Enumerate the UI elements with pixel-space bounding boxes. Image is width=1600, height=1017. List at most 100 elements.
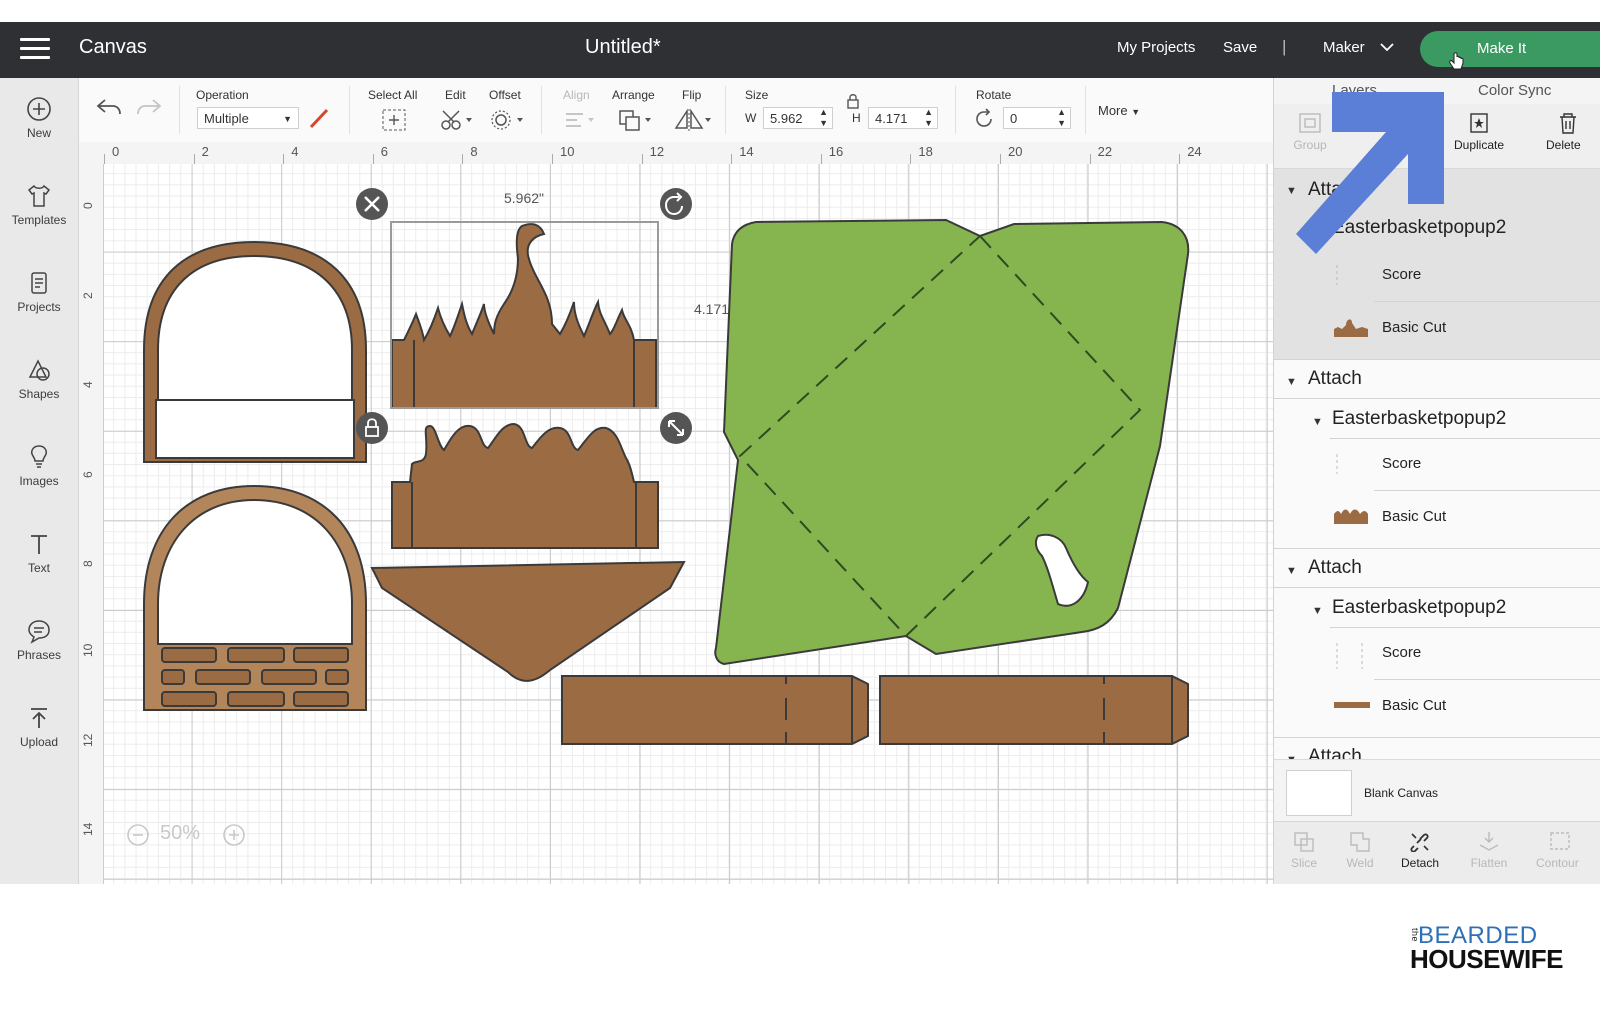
strip-right-shape[interactable] [879, 675, 1189, 745]
divider [725, 86, 726, 134]
layer-group-title: Attach [1308, 557, 1362, 578]
collapse-triangle-icon[interactable]: ▼ [1312, 605, 1323, 617]
rotate-label: Rotate [976, 88, 1012, 102]
divider [1330, 438, 1600, 439]
divider [1374, 679, 1600, 680]
ruler-tick-label: 10 [560, 144, 575, 159]
operation-select[interactable]: Multiple ▼ [197, 107, 299, 129]
bunny-grass-shape[interactable] [391, 223, 657, 409]
sidebar-item-templates[interactable]: Templates [0, 173, 78, 253]
machine-selector[interactable]: Maker [1323, 39, 1365, 56]
undo-icon[interactable] [95, 96, 123, 118]
grass-thumbnail-icon [1334, 509, 1368, 524]
trash-icon [1560, 113, 1576, 134]
design-canvas[interactable]: 5.962" 4.171" [104, 164, 1273, 884]
lock-handle-icon[interactable] [356, 412, 388, 444]
layer-child-title: Easterbasketpopup2 [1332, 597, 1507, 618]
arrange-icon[interactable] [617, 108, 655, 132]
sidebar-item-images[interactable]: Images [0, 434, 78, 514]
layer-group-2[interactable]: ▼ Attach ▼ Easterbasketpopup2 Score Basi… [1274, 360, 1600, 548]
ruler-tick-mark [731, 154, 733, 164]
sidebar-item-upload[interactable]: Upload [0, 695, 78, 775]
redo-icon[interactable] [135, 96, 163, 118]
collapse-triangle-icon[interactable]: ▼ [1286, 565, 1297, 577]
sidebar-item-text[interactable]: Text [0, 521, 78, 601]
layer-group-4[interactable]: ▼ Attach [1274, 738, 1600, 759]
strip-left-shape[interactable] [561, 675, 869, 745]
ruler-tick-label: 14 [81, 822, 95, 837]
collapse-triangle-icon[interactable]: ▼ [1312, 416, 1323, 428]
detach-icon [1410, 833, 1429, 852]
rotate-handle-icon[interactable] [660, 188, 692, 220]
select-all-icon[interactable] [381, 108, 407, 132]
my-projects-link[interactable]: My Projects [1117, 39, 1195, 56]
score-layer-label: Score [1382, 644, 1422, 661]
scissors-icon[interactable] [439, 108, 473, 132]
basket-bottom-shape[interactable] [143, 484, 367, 711]
width-input[interactable]: 5.962 ▲ ▼ [763, 107, 833, 129]
cut-layer-label: Basic Cut [1382, 697, 1447, 714]
hamburger-menu-icon[interactable] [20, 38, 50, 60]
layer-group-3[interactable]: ▼ Attach ▼ Easterbasketpopup2 Score Basi… [1274, 549, 1600, 737]
stepper-icon[interactable]: ▲ ▼ [1057, 107, 1066, 129]
delete-button[interactable]: Delete [1538, 112, 1600, 152]
document-title[interactable]: Untitled* [585, 36, 661, 59]
size-label: Size [745, 88, 769, 102]
select-all-label: Select All [368, 88, 418, 102]
zoom-out-icon[interactable] [126, 823, 150, 847]
stepper-icon[interactable]: ▲ ▼ [819, 107, 828, 129]
divider [1330, 627, 1600, 628]
operation-label: Operation [196, 88, 249, 102]
flip-icon[interactable] [673, 108, 713, 132]
pen-color-icon[interactable] [308, 107, 330, 129]
triangle-base-shape[interactable] [370, 560, 686, 682]
dropdown-caret-icon: ▼ [283, 114, 292, 124]
score-line-icon [1336, 454, 1338, 474]
layer-group-title: Attach [1308, 746, 1362, 759]
zoom-in-icon[interactable] [222, 823, 246, 847]
envelope-shape[interactable] [714, 218, 1190, 666]
more-menu[interactable]: More ▼ [1098, 103, 1140, 118]
ruler-tick-mark [552, 154, 553, 164]
height-input[interactable]: 4.171 ▲ ▼ [868, 107, 938, 129]
weld-icon [1350, 832, 1370, 852]
slice-button[interactable]: Slice [1284, 830, 1324, 870]
basket-top-shape[interactable] [143, 240, 367, 463]
delete-handle-icon[interactable] [356, 188, 388, 220]
grass-shape[interactable] [391, 422, 659, 549]
flip-label: Flip [682, 88, 702, 102]
chevron-down-icon[interactable] [1380, 42, 1394, 52]
hand-cursor-icon [1449, 52, 1464, 70]
detach-button[interactable]: Detach [1394, 830, 1446, 870]
lock-icon[interactable] [845, 92, 861, 110]
duplicate-button[interactable]: Duplicate [1448, 112, 1510, 152]
stepper-icon[interactable]: ▲ ▼ [924, 107, 933, 129]
panel-bottom-tools: Slice Weld Detach Flatten Contour [1274, 821, 1600, 884]
logo-line-2: HOUSEWIFE [1410, 944, 1563, 975]
sidebar-item-new[interactable]: New [0, 86, 78, 166]
resize-handle-icon[interactable] [660, 412, 692, 444]
make-it-button[interactable]: Make It [1420, 31, 1600, 67]
align-icon[interactable] [563, 108, 597, 132]
ruler-tick-label: 4 [291, 144, 299, 159]
sidebar-item-phrases[interactable]: Phrases [0, 608, 78, 688]
weld-button[interactable]: Weld [1340, 830, 1380, 870]
ruler-tick-mark [910, 154, 912, 164]
contour-button[interactable]: Contour [1534, 830, 1594, 870]
rotate-input[interactable]: 0 ▲ ▼ [1003, 107, 1071, 129]
tab-color-sync[interactable]: Color Sync [1478, 82, 1551, 99]
sidebar-item-projects[interactable]: Projects [0, 260, 78, 340]
sidebar-item-label: Projects [17, 300, 61, 314]
save-link[interactable]: Save [1223, 39, 1257, 56]
ruler-tick-label: 14 [739, 144, 754, 159]
blank-canvas-row[interactable]: Blank Canvas [1274, 759, 1600, 822]
canvas-swatch[interactable] [1286, 770, 1352, 816]
offset-icon[interactable] [489, 108, 525, 132]
flatten-button[interactable]: Flatten [1464, 830, 1514, 870]
collapse-triangle-icon[interactable]: ▼ [1286, 376, 1297, 388]
ruler-tick-mark [820, 154, 822, 164]
offset-label: Offset [489, 88, 521, 102]
sidebar-item-shapes[interactable]: Shapes [0, 347, 78, 427]
rotate-icon[interactable] [974, 108, 996, 130]
divider [1374, 490, 1600, 491]
